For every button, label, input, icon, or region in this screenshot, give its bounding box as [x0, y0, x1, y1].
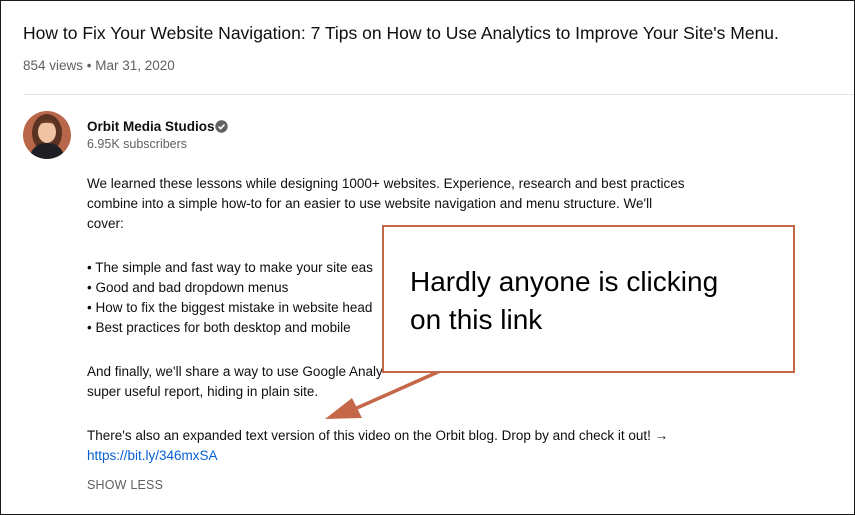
video-views-date: 854 views • Mar 31, 2020: [23, 58, 175, 73]
video-title: How to Fix Your Website Navigation: 7 Ti…: [23, 23, 779, 43]
annotation-text: Hardly anyone is clicking on this link: [410, 263, 718, 339]
description-line: super useful report, hiding in plain sit…: [87, 384, 319, 399]
description-bullet: • The simple and fast way to make your s…: [87, 260, 373, 275]
description-line: cover:: [87, 216, 124, 231]
show-less-button[interactable]: SHOW LESS: [87, 478, 163, 492]
description-bullet: • Good and bad dropdown menus: [87, 280, 289, 295]
annotation-callout-box: Hardly anyone is clicking on this link: [382, 225, 795, 373]
youtube-video-details-panel: How to Fix Your Website Navigation: 7 Ti…: [0, 0, 855, 515]
divider: [23, 94, 854, 95]
channel-avatar[interactable]: [23, 111, 71, 159]
description-line: We learned these lessons while designing…: [87, 176, 685, 191]
annotation-line-1: Hardly anyone is clicking: [410, 266, 719, 297]
channel-name[interactable]: Orbit Media Studios: [87, 119, 215, 134]
arrow-head: [325, 398, 362, 419]
description-bullet: • Best practices for both desktop and mo…: [87, 320, 351, 335]
description-line: combine into a simple how-to for an easi…: [87, 196, 653, 211]
annotation-line-2: on this link: [410, 304, 543, 335]
person-avatar-icon: [23, 111, 71, 159]
description-line: There's also an expanded text version of…: [87, 428, 669, 443]
description-line: And finally, we'll share a way to use Go…: [87, 364, 383, 379]
description-bullet: • How to fix the biggest mistake in webs…: [87, 300, 373, 315]
description-link-line: https://bit.ly/346mxSA: [87, 446, 218, 466]
blog-link[interactable]: https://bit.ly/346mxSA: [87, 448, 218, 463]
verified-check-icon: [215, 120, 228, 133]
subscriber-count: 6.95K subscribers: [87, 137, 188, 151]
